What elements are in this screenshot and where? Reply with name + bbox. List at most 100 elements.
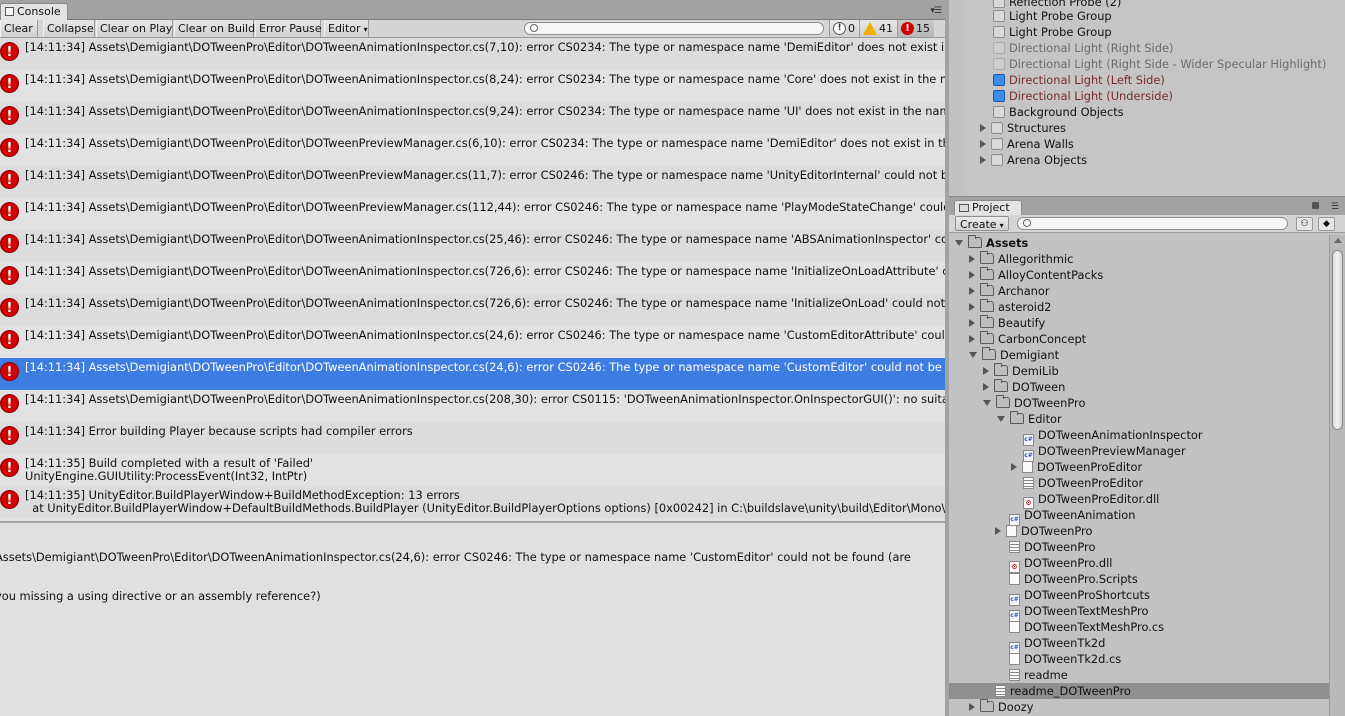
console-log-row[interactable]: ! [14:11:34] Assets\Demigiant\DOTweenPro\… — [0, 390, 945, 422]
hierarchy-item[interactable]: Background Objects — [993, 104, 1124, 120]
project-tree-item[interactable]: Allegorithmic — [949, 251, 1329, 267]
console-log-row[interactable]: ! [14:11:35] Build completed with a resul… — [0, 454, 945, 486]
console-log-list[interactable]: ! [14:11:34] Assets\Demigiant\DOTweenPro\… — [0, 38, 945, 518]
hierarchy-item[interactable]: Directional Light (Left Side) — [993, 72, 1165, 88]
project-tree-item[interactable]: c# DOTweenAnimation — [949, 507, 1329, 526]
project-tree-item[interactable]: asteroid2 — [949, 299, 1329, 315]
collapse-arrow-icon[interactable] — [969, 352, 977, 358]
expand-arrow-icon[interactable] — [983, 383, 989, 391]
error-toggle[interactable]: ! 15 — [897, 20, 934, 37]
expand-arrow-icon[interactable] — [995, 527, 1001, 535]
expand-arrow-icon[interactable] — [969, 271, 975, 279]
project-tree-item[interactable]: CarbonConcept — [949, 331, 1329, 347]
project-tree-item[interactable]: c# DOTweenTextMeshPro — [949, 603, 1329, 622]
collapse-arrow-icon[interactable] — [997, 416, 1005, 422]
project-tree-item[interactable]: readme — [949, 667, 1329, 683]
project-tree-item[interactable]: Assets — [949, 235, 1329, 251]
scroll-thumb[interactable] — [1332, 250, 1343, 430]
expand-arrow-icon[interactable] — [969, 255, 975, 263]
hierarchy-item[interactable]: Structures — [980, 120, 1066, 136]
project-tree-item[interactable]: Doozy — [949, 699, 1329, 715]
scroll-up-icon[interactable] — [1334, 238, 1342, 243]
console-log-row[interactable]: ! [14:11:34] Assets\Demigiant\DOTweenPro\… — [0, 198, 945, 230]
project-scrollbar[interactable] — [1329, 235, 1345, 716]
project-tree-item[interactable]: ⚙ DOTweenProEditor.dll — [949, 491, 1329, 509]
console-menu-icon[interactable]: ▾☰ — [930, 6, 942, 16]
expand-arrow-icon[interactable] — [969, 303, 975, 311]
project-search-input[interactable] — [1017, 217, 1288, 230]
console-log-row[interactable]: ! [14:11:34] Assets\Demigiant\DOTweenPro\… — [0, 166, 945, 198]
project-tree-item[interactable]: DOTweenTk2d.cs — [949, 651, 1329, 667]
expand-arrow-icon[interactable] — [969, 335, 975, 343]
collapse-button[interactable]: Collapse — [43, 20, 95, 37]
expand-arrow-icon[interactable] — [980, 156, 986, 164]
project-tree-item[interactable]: c# DOTweenTk2d — [949, 635, 1329, 654]
hierarchy-list[interactable]: Reflection Probe (2) Light Probe Group Lig… — [964, 0, 1345, 196]
console-log-row[interactable]: ! [14:11:34] Assets\Demigiant\DOTweenPro\… — [0, 294, 945, 326]
project-tree[interactable]: Assets Allegorithmic AlloyContentPacks Arch… — [949, 235, 1329, 716]
warning-toggle[interactable]: 41 — [859, 20, 897, 37]
project-tree-item[interactable]: DOTweenPro.Scripts — [949, 571, 1329, 587]
console-log-row[interactable]: ! [14:11:34] Assets\Demigiant\DOTweenPro\… — [0, 134, 945, 166]
filter-by-type-icon[interactable]: ⚇ — [1296, 217, 1313, 231]
clear-on-play-button[interactable]: Clear on Play — [96, 20, 173, 37]
expand-arrow-icon[interactable] — [980, 124, 986, 132]
expand-arrow-icon[interactable] — [969, 287, 975, 295]
clear-button[interactable]: Clear — [0, 20, 38, 37]
hierarchy-item[interactable]: Light Probe Group — [993, 24, 1112, 40]
console-log-row[interactable]: ! [14:11:34] Assets\Demigiant\DOTweenPro\… — [0, 262, 945, 294]
console-log-row[interactable]: ! [14:11:34] Assets\Demigiant\DOTweenPro\… — [0, 230, 945, 262]
project-tree-item[interactable]: c# DOTweenAnimationInspector — [949, 427, 1329, 446]
console-log-row[interactable]: ! [14:11:34] Assets\Demigiant\DOTweenPro\… — [0, 326, 945, 358]
console-log-row[interactable]: ! [14:11:35] UnityEditor.BuildPlayerWindo… — [0, 486, 945, 518]
hierarchy-item[interactable]: Light Probe Group — [993, 8, 1112, 24]
project-tree-item-content: DOTweenTk2d.cs — [1009, 651, 1121, 667]
hierarchy-item[interactable]: Arena Walls — [980, 136, 1074, 152]
project-tree-item[interactable]: ⚙ DOTweenPro.dll — [949, 555, 1329, 573]
console-detail-pane[interactable]: Assets\Demigiant\DOTweenPro\Editor\DOTwe… — [0, 521, 945, 716]
lock-icon[interactable] — [1312, 202, 1319, 209]
project-tree-item[interactable]: AlloyContentPacks — [949, 267, 1329, 283]
project-tree-item[interactable]: Editor — [949, 411, 1329, 427]
project-tab[interactable]: Project — [954, 200, 1022, 215]
console-log-row[interactable]: ! [14:11:34] Assets\Demigiant\DOTweenPro\… — [0, 70, 945, 102]
editor-dropdown[interactable]: Editor — [324, 20, 369, 37]
console-tab[interactable]: Console — [0, 3, 68, 20]
console-log-row[interactable]: ! [14:11:34] Assets\Demigiant\DOTweenPro\… — [0, 38, 945, 70]
create-dropdown[interactable]: Create — [955, 216, 1009, 231]
project-tree-item[interactable]: DOTweenPro — [949, 539, 1329, 555]
project-tree-item[interactable]: c# DOTweenPreviewManager — [949, 443, 1329, 462]
console-log-row[interactable]: ! [14:11:34] Assets\Demigiant\DOTweenPro\… — [0, 102, 945, 134]
hierarchy-item[interactable]: Arena Objects — [980, 152, 1087, 168]
info-toggle[interactable]: ! 0 — [829, 20, 859, 37]
project-tree-item[interactable]: Demigiant — [949, 347, 1329, 363]
hierarchy-item[interactable]: Directional Light (Right Side - Wider Sp… — [993, 56, 1326, 72]
project-tree-item[interactable]: DOTweenProEditor — [949, 475, 1329, 491]
filter-by-label-icon[interactable]: ◆ — [1318, 217, 1335, 231]
project-tree-item[interactable]: DOTweenPro — [949, 523, 1329, 539]
project-tree-item[interactable]: DOTweenPro — [949, 395, 1329, 411]
error-pause-button[interactable]: Error Pause — [255, 20, 322, 37]
collapse-arrow-icon[interactable] — [983, 400, 991, 406]
project-tree-item[interactable]: DOTween — [949, 379, 1329, 395]
console-log-row[interactable]: ! [14:11:34] Assets\Demigiant\DOTweenPro\… — [0, 358, 945, 390]
project-tree-item[interactable]: c# DOTweenProShortcuts — [949, 587, 1329, 606]
console-log-row[interactable]: ! [14:11:34] Error building Player becaus… — [0, 422, 945, 454]
project-tree-item[interactable]: Archanor — [949, 283, 1329, 299]
expand-arrow-icon[interactable] — [983, 367, 989, 375]
expand-arrow-icon[interactable] — [1011, 463, 1017, 471]
expand-arrow-icon[interactable] — [969, 703, 975, 711]
clear-on-build-button[interactable]: Clear on Build — [174, 20, 255, 37]
expand-arrow-icon[interactable] — [980, 140, 986, 148]
project-tree-item[interactable]: Beautify — [949, 315, 1329, 331]
project-menu-icon[interactable]: ☰ — [1331, 202, 1339, 212]
collapse-arrow-icon[interactable] — [955, 240, 963, 246]
expand-arrow-icon[interactable] — [969, 319, 975, 327]
project-tree-item[interactable]: DOTweenTextMeshPro.cs — [949, 619, 1329, 635]
project-tree-item[interactable]: DOTweenProEditor — [949, 459, 1329, 475]
project-tree-item[interactable]: readme_DOTweenPro — [949, 683, 1329, 699]
hierarchy-item[interactable]: Directional Light (Right Side) — [993, 40, 1173, 56]
hierarchy-item[interactable]: Directional Light (Underside) — [993, 88, 1173, 104]
project-tree-item[interactable]: DemiLib — [949, 363, 1329, 379]
console-search-input[interactable] — [524, 22, 824, 35]
